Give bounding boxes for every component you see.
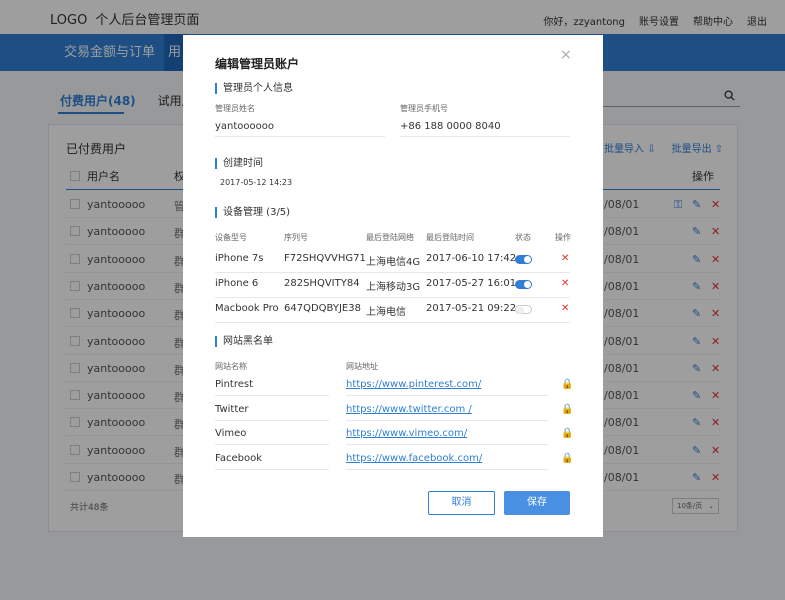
site-url-link[interactable]: https://www.vimeo.com/ <box>346 428 467 439</box>
admin-phone-field[interactable]: +86 188 0000 8040 <box>400 121 501 132</box>
section-device-management: 设备管理 (3/5) <box>215 207 290 218</box>
admin-phone-label: 管理员手机号 <box>400 104 448 113</box>
device-network: 上海电信4G <box>366 257 421 268</box>
unlock-icon[interactable]: 🔒 <box>561 453 573 464</box>
delete-device-icon[interactable]: ✕ <box>561 303 569 314</box>
device-serial: 282SHQVITY84 <box>284 278 360 289</box>
device-model: Macbook Pro <box>215 303 279 314</box>
site-name-underline <box>215 468 329 470</box>
delete-device-icon[interactable]: ✕ <box>561 278 569 289</box>
site-name-underline <box>215 419 329 421</box>
unlock-icon[interactable]: 🔒 <box>561 404 573 415</box>
device-row-divider <box>215 297 570 298</box>
device-col-header: 最后登陆网络 <box>366 233 414 242</box>
delete-device-icon[interactable]: ✕ <box>561 253 569 264</box>
device-status-toggle[interactable] <box>515 305 532 314</box>
device-status-toggle[interactable] <box>515 280 532 289</box>
site-url-link[interactable]: https://www.twitter.com / <box>346 404 472 415</box>
device-row-divider <box>215 322 570 323</box>
device-status-toggle[interactable] <box>515 255 532 264</box>
modal-title: 编辑管理员账户 <box>215 57 300 71</box>
site-url-underline <box>346 395 548 396</box>
device-col-header: 状态 <box>515 233 531 242</box>
toggle-knob <box>524 256 531 263</box>
device-col-header: 操作 <box>555 233 571 242</box>
name-underline <box>215 136 385 137</box>
device-col-header: 序列号 <box>284 233 308 242</box>
device-col-header: 设备型号 <box>215 233 247 242</box>
device-col-header: 最后登陆时间 <box>426 233 474 242</box>
site-name: Facebook <box>215 452 262 464</box>
toggle-knob <box>524 281 531 288</box>
device-model: iPhone 6 <box>215 278 259 289</box>
site-url-underline <box>346 468 548 470</box>
device-model: iPhone 7s <box>215 253 264 264</box>
device-network: 上海移动3G <box>366 282 421 293</box>
section-blacklist: 网站黑名单 <box>215 336 273 347</box>
phone-underline <box>400 136 570 137</box>
created-time-value: 2017-05-12 14:23 <box>220 178 293 187</box>
site-name-header: 网站名称 <box>215 362 247 371</box>
save-button[interactable]: 保存 <box>504 491 570 515</box>
site-name-underline <box>215 444 329 445</box>
site-name: Pintrest <box>215 379 254 390</box>
site-url-header: 网站地址 <box>346 362 378 371</box>
site-name: Twitter <box>215 403 249 415</box>
section-created-time: 创建时间 <box>215 158 263 169</box>
device-last-login: 2017-05-27 16:01 <box>426 278 517 289</box>
toggle-knob <box>517 307 524 314</box>
site-url-underline <box>346 444 548 445</box>
site-url-link[interactable]: https://www.pinterest.com/ <box>346 379 481 390</box>
cancel-button[interactable]: 取消 <box>428 491 495 515</box>
section-personal-info: 管理员个人信息 <box>215 83 293 94</box>
site-url-link[interactable]: https://www.facebook.com/ <box>346 453 482 464</box>
site-name: Vimeo <box>215 428 247 439</box>
device-serial: F72SHQVVHG71 <box>284 253 366 264</box>
edit-admin-modal: 编辑管理员账户 × 管理员个人信息 管理员姓名 yantoooooo 管理员手机… <box>183 35 603 537</box>
device-network: 上海电信 <box>366 307 406 318</box>
unlock-icon[interactable]: 🔒 <box>561 428 573 439</box>
close-icon[interactable]: × <box>560 47 572 63</box>
device-serial: 647QDQBYJE38 <box>284 303 361 314</box>
site-name-underline <box>215 395 329 396</box>
device-last-login: 2017-06-10 17:42 <box>426 253 517 264</box>
admin-name-field[interactable]: yantoooooo <box>215 121 274 132</box>
device-row-divider <box>215 272 570 273</box>
unlock-icon[interactable]: 🔒 <box>561 379 573 390</box>
device-last-login: 2017-05-21 09:22 <box>426 303 517 314</box>
admin-name-label: 管理员姓名 <box>215 104 255 113</box>
site-url-underline <box>346 419 548 421</box>
